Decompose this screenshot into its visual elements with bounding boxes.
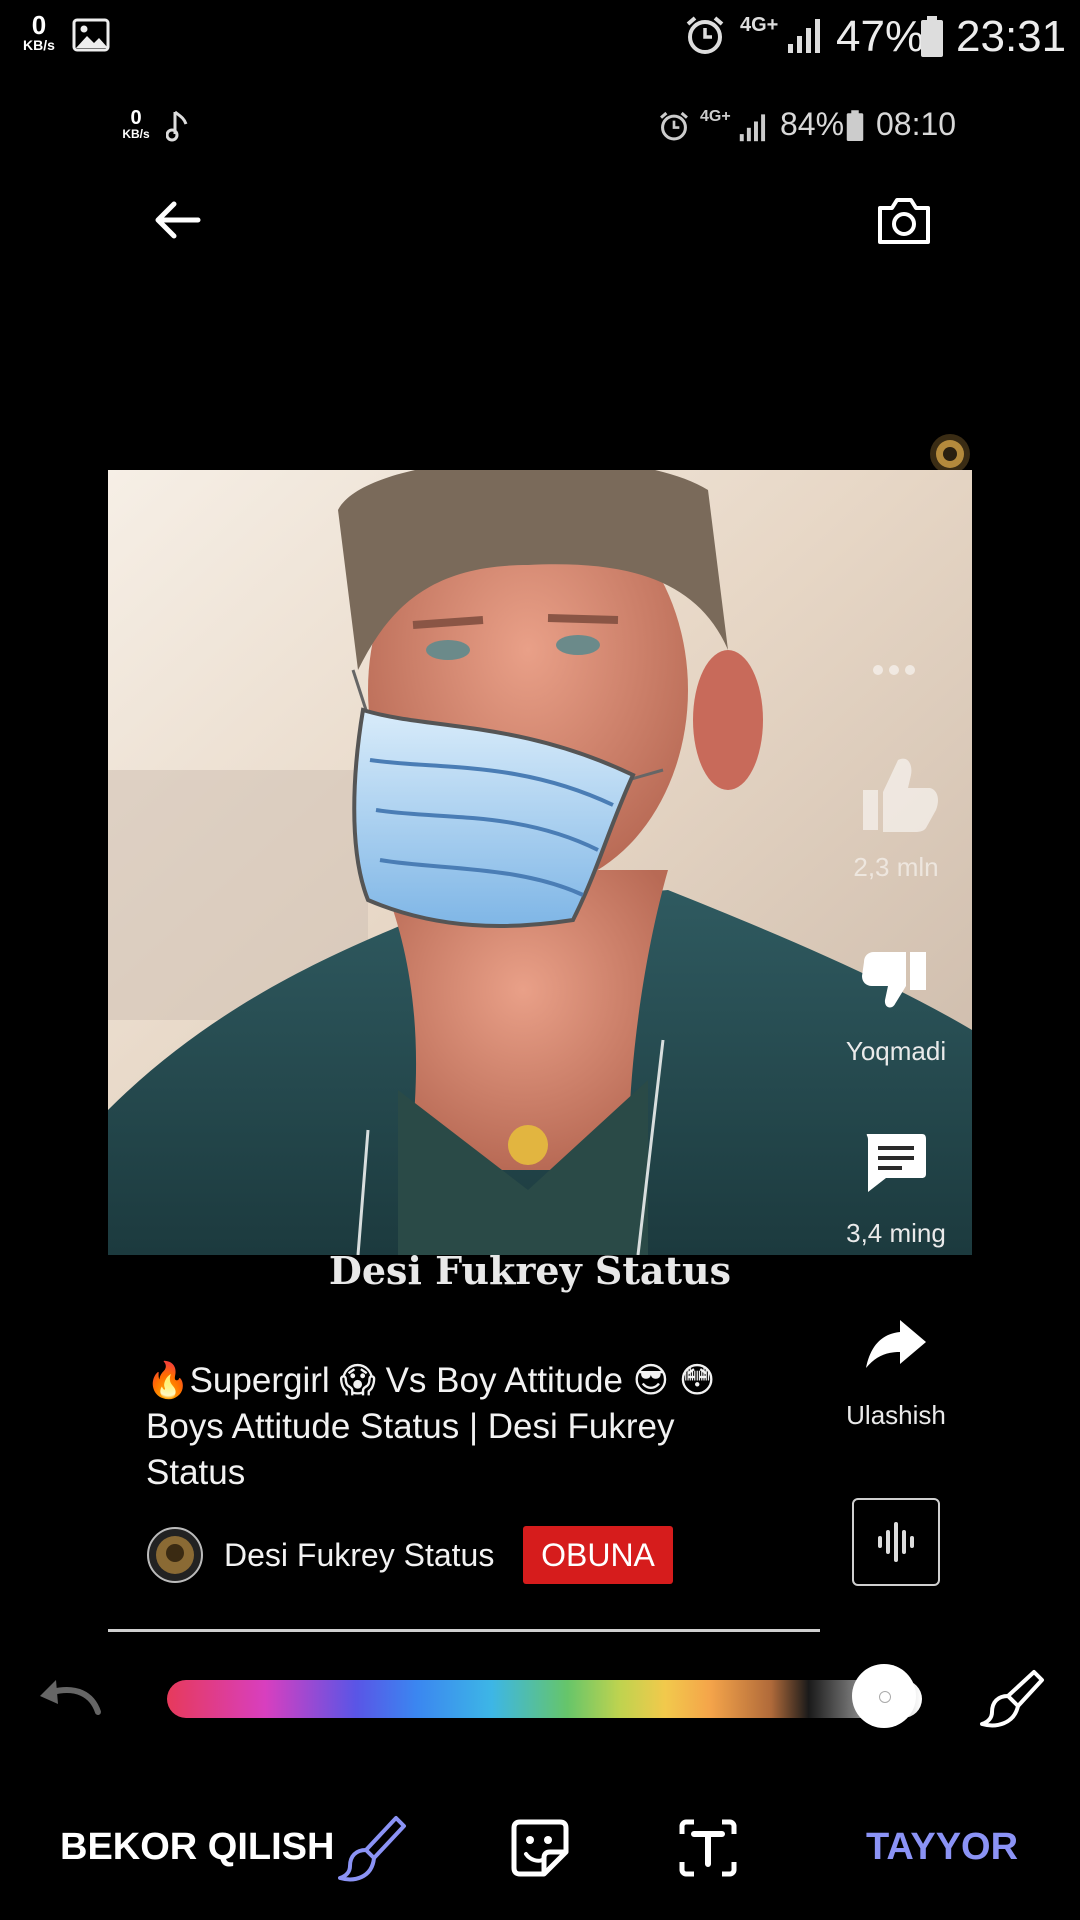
undo-icon[interactable]: [36, 1672, 104, 1720]
brush-tip-icon[interactable]: [978, 1666, 1048, 1730]
inner-speed-value: 0: [130, 107, 142, 129]
share-icon[interactable]: [864, 1316, 928, 1370]
inner-battery-icon: [846, 110, 864, 141]
sticker-icon[interactable]: [508, 1816, 572, 1880]
inner-battery-percent: 84%: [780, 106, 845, 142]
audio-button[interactable]: [852, 1498, 940, 1586]
comment-icon[interactable]: [862, 1130, 928, 1194]
video-overlay-caption: Desi Fukrey Status: [328, 1248, 732, 1293]
network-speed-unit: KB/s: [23, 37, 55, 53]
inner-network-type: 4G+: [700, 108, 731, 125]
battery-icon: [921, 16, 943, 57]
more-icon: [873, 665, 915, 675]
channel-avatar[interactable]: [146, 1526, 204, 1584]
subscribe-button[interactable]: OBUNA: [523, 1526, 673, 1584]
comment-count: 3,4 ming: [846, 1218, 946, 1248]
dislike-label: Yoqmadi: [845, 1036, 947, 1066]
color-slider-track[interactable]: [167, 1680, 922, 1718]
battery-percent: 47%: [836, 12, 925, 61]
audio-wave-icon: [878, 1522, 914, 1562]
like-count: 2,3 mln: [853, 852, 939, 882]
image-icon: [72, 18, 110, 52]
network-speed: 0 KB/s: [14, 12, 64, 52]
channel-name[interactable]: Desi Fukrey Status: [224, 1537, 494, 1574]
alarm-icon: [686, 16, 724, 54]
inner-speed-unit: KB/s: [122, 127, 150, 141]
signal-icon: [788, 19, 820, 53]
divider: [108, 1629, 820, 1632]
brush-icon[interactable]: [338, 1810, 408, 1882]
network-speed-value: 0: [31, 10, 47, 40]
system-status-bar: 0 KB/s 4G+ 47% 23:31: [0, 0, 1080, 76]
back-arrow-icon[interactable]: [150, 198, 202, 242]
share-label: Ulashish: [846, 1400, 946, 1430]
video-title: 🔥Supergirl 😱 Vs Boy Attitude 😎 😳Boys Att…: [146, 1361, 716, 1492]
dislike-icon[interactable]: [860, 946, 930, 1010]
inner-network-speed: 0 KB/s: [116, 108, 156, 140]
inner-clock: 08:10: [876, 106, 957, 142]
inner-signal-icon: [739, 114, 766, 142]
inner-alarm-icon: [660, 111, 688, 141]
done-button[interactable]: TAYYOR: [866, 1826, 1018, 1869]
text-icon[interactable]: [676, 1816, 740, 1880]
camera-icon[interactable]: [876, 194, 932, 246]
network-type: 4G+: [740, 14, 779, 36]
music-note-icon: [166, 110, 188, 142]
clock: 23:31: [956, 12, 1067, 61]
cancel-button[interactable]: BEKOR QILISH: [60, 1826, 334, 1869]
inner-status-bar: 0 KB/s 4G+ 84% 08:10: [0, 100, 1080, 150]
